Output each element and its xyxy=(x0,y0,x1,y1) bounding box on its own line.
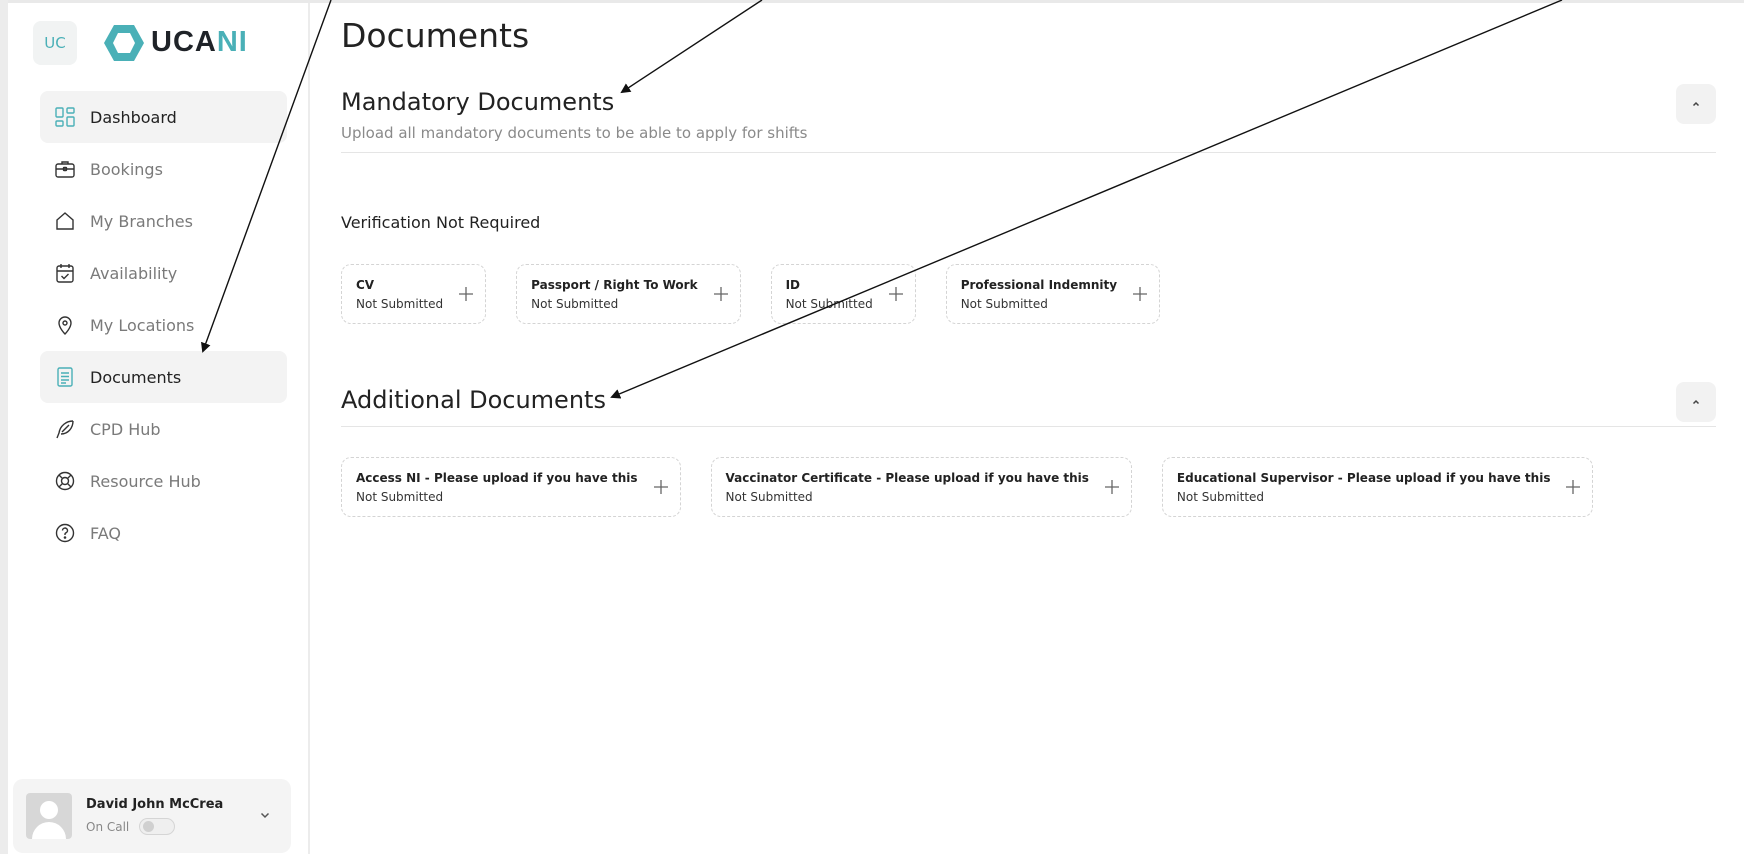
annotation-arrow-to-additional xyxy=(610,0,1563,399)
ucani-logo[interactable]: UCANI xyxy=(103,23,248,63)
additional-divider xyxy=(341,426,1716,427)
sidebar-item-label: Documents xyxy=(90,367,182,387)
sidebar-item-label: CPD Hub xyxy=(90,419,161,439)
doc-status: Not Submitted xyxy=(1176,489,1265,504)
brand: UC UCANI xyxy=(33,20,248,65)
on-call-label: On Call xyxy=(86,819,130,834)
doc-status: Not Submitted xyxy=(960,296,1048,311)
doc-status: Not Submitted xyxy=(531,296,619,311)
doc-card-cv[interactable]: CV Not Submitted xyxy=(341,264,487,324)
dashboard-grid-icon xyxy=(54,106,76,128)
avatar xyxy=(26,793,72,839)
left-edge-strip xyxy=(0,0,8,854)
doc-status: Not Submitted xyxy=(785,296,873,311)
additional-documents-list: Access NI - Please upload if you have th… xyxy=(341,457,1623,517)
plus-icon[interactable] xyxy=(712,285,730,303)
doc-name: CV xyxy=(356,277,375,292)
logo-wordmark: UCANI xyxy=(151,26,248,58)
doc-card-vaccinator-certificate[interactable]: Vaccinator Certificate - Please upload i… xyxy=(710,457,1132,517)
verification-group-label: Verification Not Required xyxy=(341,213,541,232)
sidebar-nav: Dashboard Bookings My Branches Availabil… xyxy=(40,91,287,559)
doc-card-access-ni[interactable]: Access NI - Please upload if you have th… xyxy=(341,457,681,517)
doc-name: Educational Supervisor - Please upload i… xyxy=(1176,470,1551,485)
doc-name: Access NI - Please upload if you have th… xyxy=(356,470,638,485)
sidebar-item-label: My Branches xyxy=(90,211,193,231)
sidebar-item-label: My Locations xyxy=(90,315,195,335)
location-pin-icon xyxy=(54,314,76,336)
sidebar-item-label: Bookings xyxy=(90,159,163,179)
home-icon xyxy=(54,210,76,232)
user-name: David John McCrea xyxy=(86,797,224,812)
hexagon-logo-icon xyxy=(104,24,144,61)
doc-status: Not Submitted xyxy=(356,489,444,504)
doc-name: Professional Indemnity xyxy=(960,277,1118,292)
doc-card-passport[interactable]: Passport / Right To Work Not Submitted xyxy=(516,264,741,324)
mandatory-collapse-button[interactable] xyxy=(1676,84,1716,124)
mandatory-documents-subtitle: Upload all mandatory documents to be abl… xyxy=(341,124,808,142)
chevron-down-icon[interactable] xyxy=(257,807,273,823)
sidebar-item-availability[interactable]: Availability xyxy=(40,247,287,299)
sidebar-item-cpd-hub[interactable]: CPD Hub xyxy=(40,403,287,455)
doc-name: ID xyxy=(785,277,801,292)
sidebar-item-dashboard[interactable]: Dashboard xyxy=(40,91,287,143)
on-call-toggle[interactable] xyxy=(139,818,176,835)
calendar-check-icon xyxy=(54,262,76,284)
help-circle-icon xyxy=(54,522,76,544)
sidebar-item-label: Dashboard xyxy=(90,107,177,127)
doc-name: Passport / Right To Work xyxy=(531,277,698,292)
lifebuoy-icon xyxy=(54,470,76,492)
doc-card-professional-indemnity[interactable]: Professional Indemnity Not Submitted xyxy=(945,264,1161,324)
feather-icon xyxy=(54,418,76,440)
doc-card-id[interactable]: ID Not Submitted xyxy=(770,264,916,324)
mandatory-divider xyxy=(341,152,1716,153)
sidebar-item-resource-hub[interactable]: Resource Hub xyxy=(40,455,287,507)
additional-collapse-button[interactable] xyxy=(1676,382,1716,422)
sidebar: UC UCANI Dashboard Bookings My Branches … xyxy=(8,3,310,854)
user-status: On Call xyxy=(86,818,223,835)
plus-icon[interactable] xyxy=(652,478,670,496)
mandatory-documents-list: CV Not Submitted Passport / Right To Work… xyxy=(341,264,1190,324)
sidebar-item-label: FAQ xyxy=(90,523,121,543)
sidebar-item-label: Availability xyxy=(90,263,178,283)
user-profile-card[interactable]: David John McCrea On Call xyxy=(13,779,291,853)
sidebar-item-my-locations[interactable]: My Locations xyxy=(40,299,287,351)
plus-icon[interactable] xyxy=(1564,478,1582,496)
sidebar-item-faq[interactable]: FAQ xyxy=(40,507,287,559)
doc-card-educational-supervisor[interactable]: Educational Supervisor - Please upload i… xyxy=(1161,457,1594,517)
mandatory-documents-title: Mandatory Documents xyxy=(341,88,615,116)
sidebar-item-documents[interactable]: Documents xyxy=(40,351,287,403)
doc-name: Vaccinator Certificate - Please upload i… xyxy=(725,470,1089,485)
workspace-badge[interactable]: UC xyxy=(33,20,77,65)
plus-icon[interactable] xyxy=(1131,285,1149,303)
chevron-up-icon xyxy=(1692,399,1700,405)
doc-status: Not Submitted xyxy=(725,489,813,504)
sidebar-item-label: Resource Hub xyxy=(90,471,201,491)
page-title: Documents xyxy=(341,16,530,55)
user-info: David John McCrea On Call xyxy=(86,797,223,835)
briefcase-icon xyxy=(54,158,76,180)
document-icon xyxy=(54,366,76,388)
sidebar-item-bookings[interactable]: Bookings xyxy=(40,143,287,195)
sidebar-item-my-branches[interactable]: My Branches xyxy=(40,195,287,247)
plus-icon[interactable] xyxy=(1103,478,1121,496)
doc-status: Not Submitted xyxy=(356,296,444,311)
annotation-arrow-to-mandatory xyxy=(620,0,763,94)
plus-icon[interactable] xyxy=(887,285,905,303)
plus-icon[interactable] xyxy=(457,285,475,303)
chevron-up-icon xyxy=(1692,101,1700,107)
additional-documents-title: Additional Documents xyxy=(341,386,606,414)
